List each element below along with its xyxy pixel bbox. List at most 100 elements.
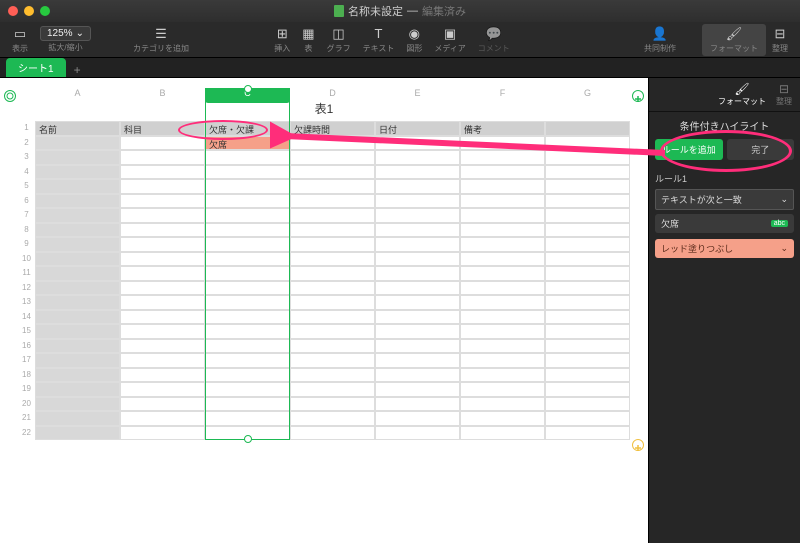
col-header-C[interactable]: C <box>205 88 290 103</box>
cell-G22[interactable] <box>545 426 630 441</box>
text-button[interactable]: Tテキスト <box>357 26 401 54</box>
cell-B6[interactable] <box>120 194 205 209</box>
row-header-17[interactable]: 17 <box>18 353 35 368</box>
row-header-4[interactable]: 4 <box>18 165 35 180</box>
cell-D12[interactable] <box>290 281 375 296</box>
cell-D17[interactable] <box>290 353 375 368</box>
cell-E10[interactable] <box>375 252 460 267</box>
col-header-A[interactable]: A <box>35 88 120 103</box>
cell-C8[interactable] <box>205 223 290 238</box>
cell-G5[interactable] <box>545 179 630 194</box>
cell-F21[interactable] <box>460 411 545 426</box>
cell-E3[interactable] <box>375 150 460 165</box>
condition-value-input[interactable]: 欠席abc <box>655 214 794 233</box>
close-window-button[interactable] <box>8 6 18 16</box>
row-header-12[interactable]: 12 <box>18 281 35 296</box>
row-header-13[interactable]: 13 <box>18 295 35 310</box>
cell-G4[interactable] <box>545 165 630 180</box>
cell-G16[interactable] <box>545 339 630 354</box>
cell-G2[interactable] <box>545 136 630 151</box>
cell-D18[interactable] <box>290 368 375 383</box>
cell-D6[interactable] <box>290 194 375 209</box>
col-handle-right[interactable] <box>632 90 644 102</box>
cell-C14[interactable] <box>205 310 290 325</box>
cell-G15[interactable] <box>545 324 630 339</box>
cell-B20[interactable] <box>120 397 205 412</box>
cell-F1[interactable]: 備考 <box>460 121 545 136</box>
cell-F4[interactable] <box>460 165 545 180</box>
row-header-6[interactable]: 6 <box>18 194 35 209</box>
add-rule-button[interactable]: ルールを追加 <box>655 139 723 160</box>
organize-tab[interactable]: ⊟整理 <box>776 82 792 107</box>
cell-C12[interactable] <box>205 281 290 296</box>
cell-B18[interactable] <box>120 368 205 383</box>
cell-F15[interactable] <box>460 324 545 339</box>
cell-F20[interactable] <box>460 397 545 412</box>
media-button[interactable]: ▣メディア <box>428 26 471 54</box>
cell-C16[interactable] <box>205 339 290 354</box>
cell-E6[interactable] <box>375 194 460 209</box>
organize-button[interactable]: ⊟整理 <box>766 26 794 54</box>
cell-E11[interactable] <box>375 266 460 281</box>
cell-B2[interactable] <box>120 136 205 151</box>
cell-B17[interactable] <box>120 353 205 368</box>
cell-D5[interactable] <box>290 179 375 194</box>
cell-D20[interactable] <box>290 397 375 412</box>
cell-D21[interactable] <box>290 411 375 426</box>
cell-C22[interactable] <box>205 426 290 441</box>
cell-C11[interactable] <box>205 266 290 281</box>
cell-F16[interactable] <box>460 339 545 354</box>
cell-F6[interactable] <box>460 194 545 209</box>
cell-C10[interactable] <box>205 252 290 267</box>
minimize-window-button[interactable] <box>24 6 34 16</box>
cell-C6[interactable] <box>205 194 290 209</box>
cell-B5[interactable] <box>120 179 205 194</box>
cell-B21[interactable] <box>120 411 205 426</box>
cell-A5[interactable] <box>35 179 120 194</box>
cell-B16[interactable] <box>120 339 205 354</box>
cell-C17[interactable] <box>205 353 290 368</box>
cell-B14[interactable] <box>120 310 205 325</box>
cell-C5[interactable] <box>205 179 290 194</box>
cell-F19[interactable] <box>460 382 545 397</box>
condition-select[interactable]: テキストが次と一致⌄ <box>655 189 794 210</box>
row-handle-bottom[interactable] <box>632 439 644 451</box>
cell-A20[interactable] <box>35 397 120 412</box>
spreadsheet-canvas[interactable]: ABCDEFG表11名前科目欠席・欠課欠課時間日付備考2欠席3456789101… <box>0 78 648 543</box>
cell-C15[interactable] <box>205 324 290 339</box>
cell-E22[interactable] <box>375 426 460 441</box>
row-header-3[interactable]: 3 <box>18 150 35 165</box>
cell-E13[interactable] <box>375 295 460 310</box>
table-button[interactable]: ▦表 <box>296 26 320 54</box>
cell-D9[interactable] <box>290 237 375 252</box>
cell-E15[interactable] <box>375 324 460 339</box>
col-header-E[interactable]: E <box>375 88 460 103</box>
cell-B4[interactable] <box>120 165 205 180</box>
row-header-20[interactable]: 20 <box>18 397 35 412</box>
cell-C13[interactable] <box>205 295 290 310</box>
row-header-1[interactable]: 1 <box>18 121 35 136</box>
cell-G12[interactable] <box>545 281 630 296</box>
col-header-F[interactable]: F <box>460 88 545 103</box>
cell-D13[interactable] <box>290 295 375 310</box>
fullscreen-window-button[interactable] <box>40 6 50 16</box>
cell-E20[interactable] <box>375 397 460 412</box>
cell-B10[interactable] <box>120 252 205 267</box>
cell-G11[interactable] <box>545 266 630 281</box>
cell-F10[interactable] <box>460 252 545 267</box>
fill-style-select[interactable]: レッド塗りつぶし⌄ <box>655 239 794 258</box>
cell-F14[interactable] <box>460 310 545 325</box>
cell-A6[interactable] <box>35 194 120 209</box>
cell-G9[interactable] <box>545 237 630 252</box>
cell-E1[interactable]: 日付 <box>375 121 460 136</box>
cell-B11[interactable] <box>120 266 205 281</box>
row-header-16[interactable]: 16 <box>18 339 35 354</box>
cell-B15[interactable] <box>120 324 205 339</box>
row-header-9[interactable]: 9 <box>18 237 35 252</box>
cell-F3[interactable] <box>460 150 545 165</box>
comment-button[interactable]: 💬コメント <box>472 26 516 54</box>
cell-G10[interactable] <box>545 252 630 267</box>
cell-C4[interactable] <box>205 165 290 180</box>
col-header-G[interactable]: G <box>545 88 630 103</box>
cell-D4[interactable] <box>290 165 375 180</box>
